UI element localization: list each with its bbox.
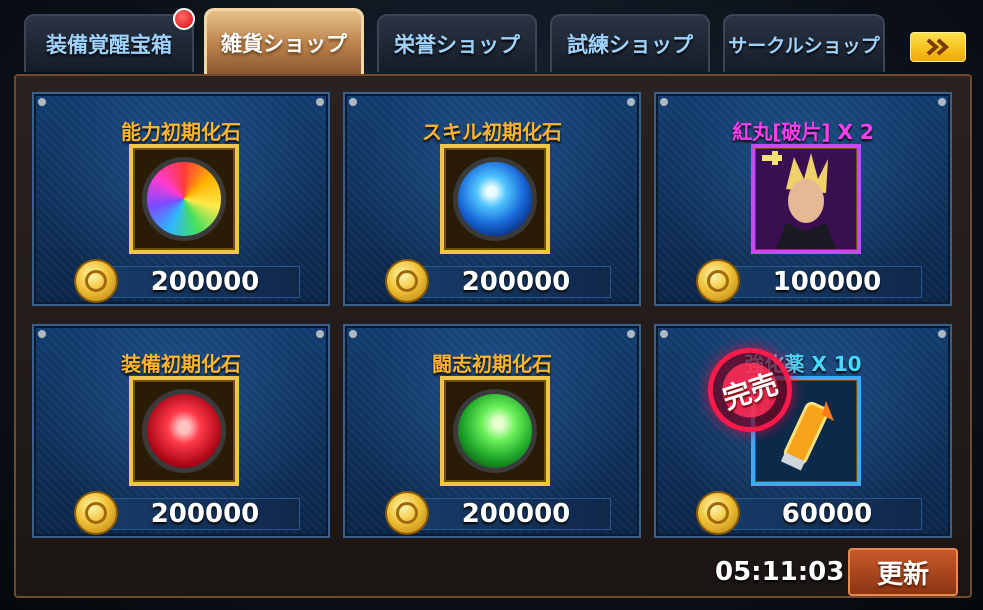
refresh-countdown-timer: 05:11:03 bbox=[715, 557, 845, 587]
item-price: 200000 bbox=[110, 266, 300, 298]
tab-trial-shop[interactable]: 試練ショップ bbox=[550, 14, 710, 72]
tab-general-shop[interactable]: 雑貨ショップ bbox=[204, 8, 364, 86]
double-chevron-right-icon bbox=[926, 38, 950, 56]
item-icon-frame bbox=[129, 376, 239, 486]
card-rivet bbox=[316, 330, 324, 338]
item-price: 60000 bbox=[732, 498, 922, 530]
rainbow-gem-icon bbox=[142, 157, 226, 241]
item-icon-frame bbox=[129, 144, 239, 254]
tab-label: 雑貨ショップ bbox=[221, 31, 347, 56]
tab-honor-shop[interactable]: 栄誉ショップ bbox=[377, 14, 537, 72]
refresh-button[interactable]: 更新 bbox=[848, 548, 958, 596]
card-rivet bbox=[660, 98, 668, 106]
card-rivet bbox=[349, 330, 357, 338]
item-name: 闘志初期化石 bbox=[432, 352, 552, 376]
tab-label: サークルショップ bbox=[728, 34, 880, 57]
item-name: 能力初期化石 bbox=[121, 120, 241, 144]
card-rivet bbox=[38, 330, 46, 338]
card-rivet bbox=[660, 330, 668, 338]
tab-circle-shop[interactable]: サークルショップ bbox=[723, 14, 885, 72]
item-price: 200000 bbox=[421, 266, 611, 298]
tab-label: 装備覚醒宝箱 bbox=[46, 33, 172, 57]
shop-tab-bar: 装備覚醒宝箱 雑貨ショップ 栄誉ショップ 試練ショップ サークルショップ bbox=[0, 0, 983, 86]
card-rivet bbox=[38, 98, 46, 106]
shop-item-card[interactable]: 強化薬 X 10 完売 60000 bbox=[654, 324, 952, 538]
benimaru-fragment-portrait bbox=[756, 149, 856, 249]
card-rivet bbox=[627, 98, 635, 106]
item-price: 200000 bbox=[110, 498, 300, 530]
shop-item-card[interactable]: 紅丸[破片] X 2 100000 bbox=[654, 92, 952, 306]
red-gem-icon bbox=[142, 389, 226, 473]
refresh-button-label: 更新 bbox=[876, 559, 929, 590]
item-name: スキル初期化石 bbox=[422, 120, 562, 144]
gold-coin-icon bbox=[74, 491, 118, 535]
card-rivet bbox=[316, 98, 324, 106]
green-flame-gem-icon bbox=[453, 389, 537, 473]
tab-label: 栄誉ショップ bbox=[394, 33, 520, 57]
item-icon-frame bbox=[751, 144, 861, 254]
item-price: 100000 bbox=[732, 266, 922, 298]
item-name: 紅丸[破片] X 2 bbox=[732, 120, 874, 144]
gold-coin-icon bbox=[385, 259, 429, 303]
item-name: 装備初期化石 bbox=[121, 352, 241, 376]
shop-item-card[interactable]: 装備初期化石 200000 bbox=[32, 324, 330, 538]
shop-item-card[interactable]: 闘志初期化石 200000 bbox=[343, 324, 641, 538]
blue-swirl-gem-icon bbox=[453, 157, 537, 241]
notification-dot-icon bbox=[173, 8, 195, 30]
gold-coin-icon bbox=[696, 259, 740, 303]
shop-item-card[interactable]: 能力初期化石 200000 bbox=[32, 92, 330, 306]
gold-coin-icon bbox=[385, 491, 429, 535]
item-icon-frame bbox=[440, 144, 550, 254]
next-tabs-button[interactable] bbox=[910, 32, 966, 62]
card-rivet bbox=[349, 98, 357, 106]
card-rivet bbox=[938, 98, 946, 106]
gold-coin-icon bbox=[696, 491, 740, 535]
shop-item-card[interactable]: スキル初期化石 200000 bbox=[343, 92, 641, 306]
gold-coin-icon bbox=[74, 259, 118, 303]
item-price: 200000 bbox=[421, 498, 611, 530]
item-name: 強化薬 X 10 bbox=[744, 352, 862, 376]
card-rivet bbox=[627, 330, 635, 338]
card-rivet bbox=[938, 330, 946, 338]
tab-label: 試練ショップ bbox=[567, 33, 693, 57]
tab-equipment-awakening-chest[interactable]: 装備覚醒宝箱 bbox=[24, 14, 194, 72]
item-icon-frame bbox=[440, 376, 550, 486]
